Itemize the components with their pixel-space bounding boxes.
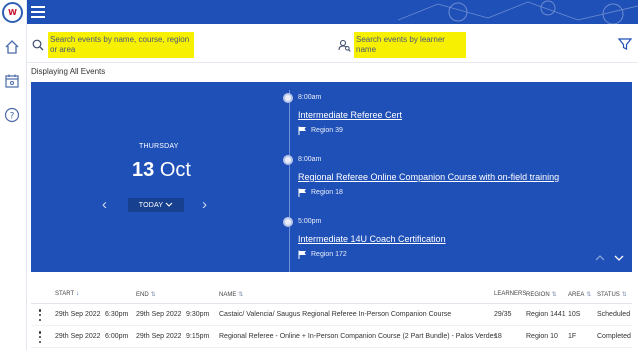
event-time: 8:00am [298,156,322,163]
event-name: Castaic/ Valencia/ Saugus Regional Refer… [219,311,452,318]
learners-count: 29/35 [494,311,512,318]
person-search-icon [337,38,351,52]
event-region: Region 18 [298,188,343,197]
area-value: 10S [568,311,581,318]
event-search[interactable]: Search events by name, course, region or… [31,32,331,58]
svg-text:?: ? [10,112,15,122]
hamburger-icon[interactable] [31,5,45,19]
end-date: 29th Sep 2022 [136,333,182,340]
current-date: 13 Oct [132,159,191,182]
event-title-link[interactable]: Intermediate 14U Coach Certification [298,234,446,244]
search-bar: Search events by name, course, region or… [27,27,638,63]
app-frame: W ? Search events by name, course, regio… [0,0,638,350]
column-header-end[interactable]: END ⇅ [136,291,156,298]
month-label: Oct [159,159,191,181]
event-region: Region 39 [298,126,343,135]
sort-icon: ⇅ [150,292,156,298]
event-region-label: Region 172 [311,251,347,258]
sort-icon: ⇅ [551,292,557,298]
display-label: Displaying All Events [31,67,106,76]
timeline-dot [283,217,293,227]
event-region-label: Region 18 [311,189,343,196]
help-icon[interactable]: ? [3,106,21,124]
left-rail: W ? [0,0,27,350]
end-time: 9:15pm [186,333,210,340]
top-header [27,0,638,24]
day-number: 13 [132,159,155,181]
column-label: REGION [526,292,550,298]
end-date: 29th Sep 2022 [136,311,182,318]
flag-icon [298,250,306,259]
timeline-line [289,90,290,272]
table-row[interactable]: 29th Sep 2022 6:00pm 29th Sep 2022 9:15p… [31,326,632,348]
app-logo[interactable]: W [2,2,23,23]
sort-icon: ⇅ [586,292,592,298]
event-search-input[interactable]: Search events by name, course, region or… [48,32,194,58]
logo-text: W [8,8,17,17]
day-name: THURSDAY [139,143,179,150]
timeline-dot [283,155,293,165]
column-label: STATUS [597,292,620,298]
column-label: END [136,292,149,298]
column-label: START [55,291,75,297]
end-time: 9:30pm [186,311,210,318]
filter-icon[interactable] [618,37,632,51]
event-title-link[interactable]: Regional Referee Online Companion Course… [298,172,559,182]
sort-desc-icon: ↓ [76,291,80,297]
event-title-link[interactable]: Intermediate Referee Cert [298,110,402,120]
row-menu-icon[interactable] [38,309,42,321]
header-decoration [398,0,638,24]
chevron-down-icon [165,202,173,207]
table-row[interactable]: 29th Sep 2022 6:30pm 29th Sep 2022 9:30p… [31,304,632,326]
start-time: 6:30pm [105,311,129,318]
chevron-down-icon[interactable] [613,252,625,264]
column-header-learners[interactable]: LEARNERS [494,291,526,297]
start-time: 6:00pm [105,333,129,340]
event-time: 8:00am [298,94,322,101]
calendar-icon[interactable] [3,72,21,90]
timeline-dot [283,93,293,103]
flag-icon [298,188,306,197]
prev-day-arrow-icon[interactable]: ‹ [102,196,107,213]
region-value: Region 1441 [526,311,566,318]
column-header-region[interactable]: REGION ⇅ [526,291,557,298]
column-header-status[interactable]: STATUS ⇅ [597,291,627,298]
today-button[interactable]: TODAY [128,198,184,212]
start-date: 29th Sep 2022 [55,333,101,340]
status-value: Completed [597,333,631,340]
column-header-start[interactable]: START ↓ [55,291,79,297]
event-region: Region 172 [298,250,347,259]
next-day-arrow-icon[interactable]: › [202,196,207,213]
sort-icon: ⇅ [238,292,244,298]
sort-icon: ⇅ [621,292,627,298]
event-time: 5:00pm [298,218,322,225]
learners-count: 18 [494,333,502,340]
column-label: LEARNERS [494,291,527,297]
column-header-area[interactable]: AREA ⇅ [568,291,591,298]
learner-search[interactable]: Search events by learner name [337,32,627,58]
region-value: Region 10 [526,333,558,340]
chevron-up-icon[interactable] [594,252,606,264]
event-name: Regional Referee - Online + In-Person Co… [219,333,498,340]
today-label: TODAY [138,201,164,209]
event-region-label: Region 39 [311,127,343,134]
table-header: START ↓ END ⇅ NAME ⇅ LEARNERS REGION ⇅ AREA ⇅… [31,284,632,304]
calendar-panel: THURSDAY 13 Oct ‹ TODAY › 8:00am Interme… [31,82,632,272]
column-label: NAME [219,292,237,298]
learner-search-input[interactable]: Search events by learner name [354,32,466,58]
flag-icon [298,126,306,135]
home-icon[interactable] [3,38,21,56]
column-header-name[interactable]: NAME ⇅ [219,291,243,298]
column-label: AREA [568,292,585,298]
row-menu-icon[interactable] [38,331,42,343]
start-date: 29th Sep 2022 [55,311,101,318]
events-table: START ↓ END ⇅ NAME ⇅ LEARNERS REGION ⇅ AREA ⇅… [31,284,632,348]
status-value: Scheduled [597,311,631,318]
search-icon [31,38,45,52]
area-value: 1F [568,333,577,340]
